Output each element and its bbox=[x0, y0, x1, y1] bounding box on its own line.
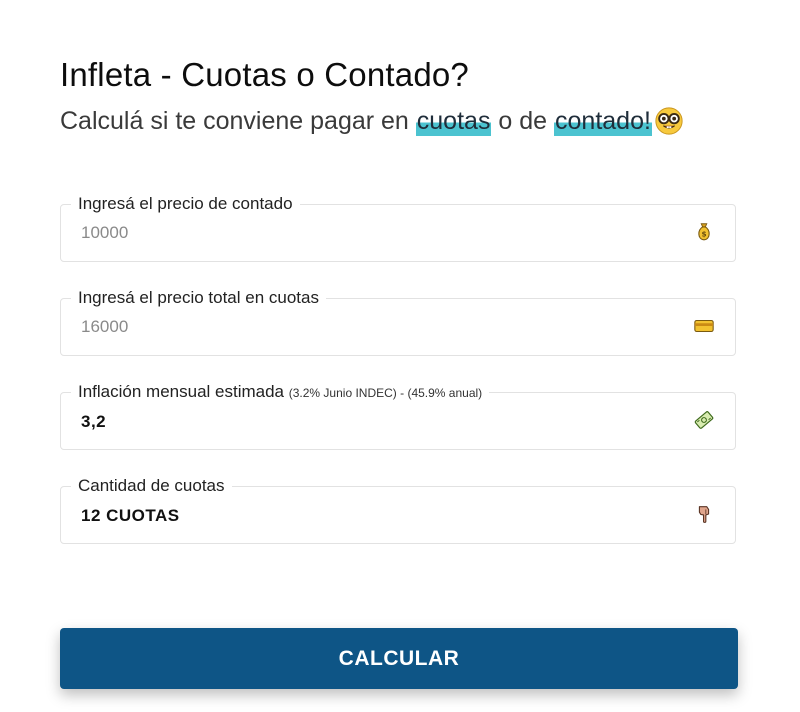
installments-total-field[interactable]: Ingresá el precio total en cuotas bbox=[60, 288, 736, 356]
inflation-field[interactable]: Inflación mensual estimada (3.2% Junio I… bbox=[60, 382, 736, 450]
page: Infleta - Cuotas o Contado? Calculá si t… bbox=[0, 0, 800, 712]
svg-text:$: $ bbox=[701, 230, 706, 239]
inflation-hint: (3.2% Junio INDEC) - (45.9% anual) bbox=[288, 386, 483, 400]
nerd-face-icon bbox=[655, 107, 683, 135]
calculate-button[interactable]: CALCULAR bbox=[60, 628, 738, 689]
subtitle-text: Calculá si te conviene pagar en bbox=[60, 106, 416, 135]
installments-total-label: Ingresá el precio total en cuotas bbox=[71, 288, 326, 308]
inflation-label: Inflación mensual estimada (3.2% Junio I… bbox=[71, 382, 490, 403]
page-title: Infleta - Cuotas o Contado? bbox=[60, 56, 469, 93]
installments-count-label: Cantidad de cuotas bbox=[71, 476, 232, 496]
pointing-down-hand-icon bbox=[698, 506, 710, 523]
cash-price-input[interactable] bbox=[81, 223, 641, 243]
money-bag-icon: $ bbox=[698, 223, 710, 241]
credit-card-icon bbox=[694, 319, 714, 333]
highlight-contado: contado! bbox=[554, 106, 652, 136]
installments-total-input[interactable] bbox=[81, 317, 641, 337]
highlight-cuotas: cuotas bbox=[415, 106, 492, 136]
inflation-input[interactable]: 3,2 bbox=[81, 412, 106, 432]
installments-count-select[interactable]: 12 CUOTAS bbox=[81, 506, 180, 526]
banknote-icon bbox=[694, 411, 714, 429]
subtitle-middle-text: o de bbox=[491, 106, 555, 135]
installments-count-field[interactable]: Cantidad de cuotas 12 CUOTAS bbox=[60, 476, 736, 544]
cash-price-field[interactable]: Ingresá el precio de contado $ bbox=[60, 194, 736, 262]
cash-price-label: Ingresá el precio de contado bbox=[71, 194, 300, 214]
page-subtitle: Calculá si te conviene pagar en cuotas o… bbox=[60, 106, 684, 136]
inflation-label-text: Inflación mensual estimada bbox=[78, 382, 285, 401]
